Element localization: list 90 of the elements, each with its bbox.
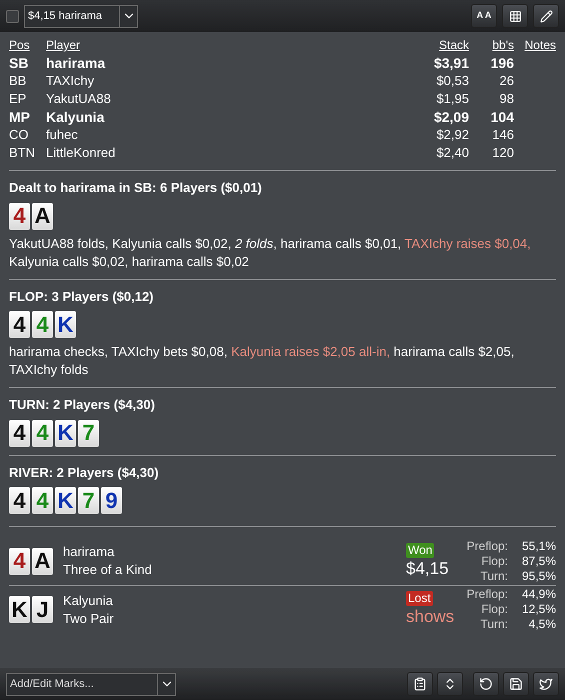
playing-card: 4 [32, 487, 53, 514]
equity-value: 12,5% [520, 602, 556, 617]
street-heading: FLOP: 3 Players ($0,12) [9, 288, 155, 306]
street-heading: TURN: 2 Players ($4,30) [9, 396, 156, 414]
player-cell-text: LittleKonred [46, 144, 116, 162]
marks-input[interactable]: Add/Edit Marks... [7, 674, 157, 694]
stack-cell: $2,92 [436, 126, 469, 144]
position-cell-text: MP [9, 108, 31, 126]
reload-button[interactable] [473, 672, 499, 696]
checkbox[interactable] [6, 10, 19, 22]
player-name: Kalyunia [63, 592, 114, 610]
font-size-button[interactable]: A A [471, 4, 497, 28]
playing-card: 4 [9, 548, 30, 574]
marks-dropdown[interactable]: Add/Edit Marks... [6, 672, 176, 696]
playing-card: 4 [32, 420, 53, 446]
bb-cell: 120 [492, 144, 514, 162]
sort-button[interactable] [437, 672, 463, 696]
equity-label: Flop: [480, 602, 508, 617]
pencil-icon [540, 10, 552, 22]
amount-text: $4,15 [406, 558, 449, 580]
bird-icon [539, 677, 553, 691]
bb-cell: 98 [500, 90, 514, 108]
player-cell-text: fuhec [46, 126, 79, 144]
position-cell-text: BB [9, 72, 28, 90]
equity-label: Turn: [479, 617, 508, 632]
grid-icon [508, 10, 522, 22]
playing-card: K [55, 311, 76, 338]
playing-card: K [55, 487, 76, 514]
hand-rank: Three of a Kind [63, 561, 152, 579]
share-button[interactable] [533, 672, 559, 696]
notes-button[interactable] [407, 672, 433, 696]
equity-label: Flop: [480, 554, 508, 568]
grid-button[interactable] [502, 4, 528, 28]
clipboard-icon [413, 677, 427, 691]
bb-cell: 146 [492, 126, 514, 144]
save-button[interactable] [503, 672, 529, 696]
outcome-badge: Lost [406, 591, 433, 606]
outcome-badge: Won [406, 542, 434, 558]
player-cell-text: harirama [46, 54, 106, 72]
position-cell-text: BTN [9, 144, 36, 162]
player-name: harirama [63, 543, 116, 561]
stack-cell: $2,09 [434, 108, 469, 126]
position-cell-text: SB [9, 54, 30, 72]
bb-cell: 26 [500, 72, 514, 90]
amount-text: shows [406, 606, 454, 628]
playing-card: 4 [9, 311, 30, 338]
equity-value: 55,1% [520, 538, 556, 554]
column-header[interactable]: Player [46, 36, 399, 54]
column-header[interactable]: bb's [492, 36, 514, 54]
edit-button[interactable] [533, 4, 559, 28]
playing-card: 4 [9, 420, 30, 446]
player-cell-text: YakutUA88 [46, 90, 112, 108]
playing-card: 7 [78, 487, 99, 514]
bb-cell: 104 [490, 108, 514, 126]
playing-card: 9 [101, 487, 122, 514]
hand-rank: Two Pair [63, 610, 114, 628]
position-cell-text: CO [9, 126, 30, 144]
position-cell-text: EP [9, 90, 28, 108]
stack-cell: $2,40 [436, 144, 469, 162]
equity-label: Turn: [479, 568, 508, 584]
stack-cell: $1,95 [436, 90, 469, 108]
equity-label: Preflop: [466, 587, 508, 602]
equity-value: 44,9% [520, 587, 556, 602]
action-text: YakutUA88 folds, Kalyunia calls $0,02, 2 folds, harirama calls $0,01, TAXIchy raises $0,04, Kalyunia calls $0,02, harirama calls $0,02 [9, 234, 532, 270]
playing-card: A [32, 202, 53, 230]
stack-cell: $3,91 [434, 54, 469, 72]
playing-card: K [55, 420, 76, 446]
playing-card: 4 [9, 202, 30, 230]
column-header[interactable]: Pos [9, 36, 46, 54]
street-heading: RIVER: 2 Players ($4,30) [9, 464, 160, 482]
column-header[interactable]: Stack [438, 36, 469, 54]
playing-card: J [32, 596, 53, 623]
equity-label: Preflop: [466, 538, 508, 554]
equity-value: 95,5% [520, 568, 556, 584]
playing-card: 7 [78, 420, 99, 446]
player-cell-text: Kalyunia [46, 108, 106, 126]
playing-card: 4 [9, 487, 30, 514]
equity-value: 4,5% [528, 617, 556, 632]
player-cell-text: TAXIchy [46, 72, 96, 90]
playing-card: K [9, 596, 30, 623]
action-text: harirama checks, TAXIchy bets $0,08, Kalyunia raises $2,05 all-in, harirama calls $2,05, TAXIchy folds [9, 343, 516, 379]
equity-value: 87,5% [520, 554, 556, 568]
playing-card: A [32, 548, 53, 574]
bb-cell: 196 [490, 54, 514, 72]
reload-icon [479, 677, 493, 691]
column-header[interactable]: Notes [524, 36, 556, 54]
stack-cell: $0,53 [436, 72, 469, 90]
playing-card: 4 [32, 311, 53, 338]
hand-dropdown[interactable]: $4,15 harirama [24, 4, 138, 28]
street-heading: Dealt to harirama in SB: 6 Players ($0,01) [9, 179, 263, 197]
